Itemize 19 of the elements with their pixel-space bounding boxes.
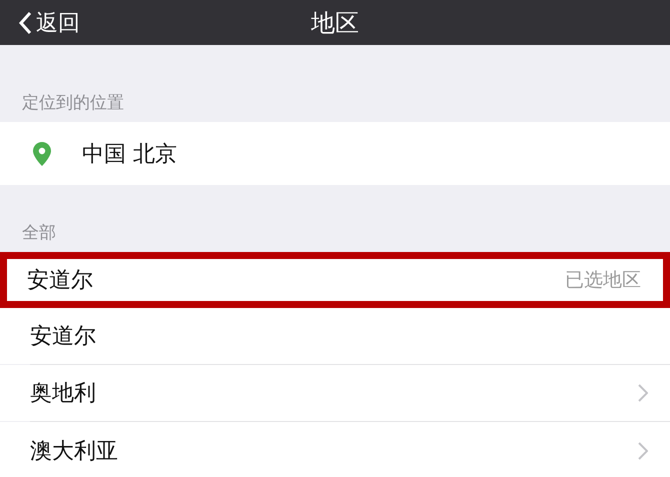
back-chevron-icon	[18, 11, 32, 35]
location-text: 中国 北京	[82, 140, 177, 168]
chevron-icon	[638, 442, 648, 460]
location-pin-icon	[32, 140, 52, 166]
chevron-icon	[638, 384, 648, 402]
region-name: 澳大利亚	[30, 438, 118, 466]
section-header: 全部	[22, 222, 56, 244]
section-header: 定位到的位置	[22, 92, 124, 114]
selected-note: 已选地区	[565, 268, 641, 293]
region-name: 安道尔	[27, 267, 93, 295]
region-name: 奥地利	[30, 380, 96, 408]
region-name: 安道尔	[30, 323, 96, 351]
region-row[interactable]: 安道尔 已选地区	[0, 252, 670, 308]
nav-title: 地区	[311, 8, 359, 38]
region-row[interactable]: 奥地利	[0, 365, 670, 421]
location-row[interactable]: 中国 北京	[0, 122, 670, 185]
region-row[interactable]: 澳大利亚	[0, 422, 670, 477]
region-row[interactable]: 安道尔	[0, 308, 670, 364]
back-button[interactable]: 返回	[14, 4, 84, 42]
